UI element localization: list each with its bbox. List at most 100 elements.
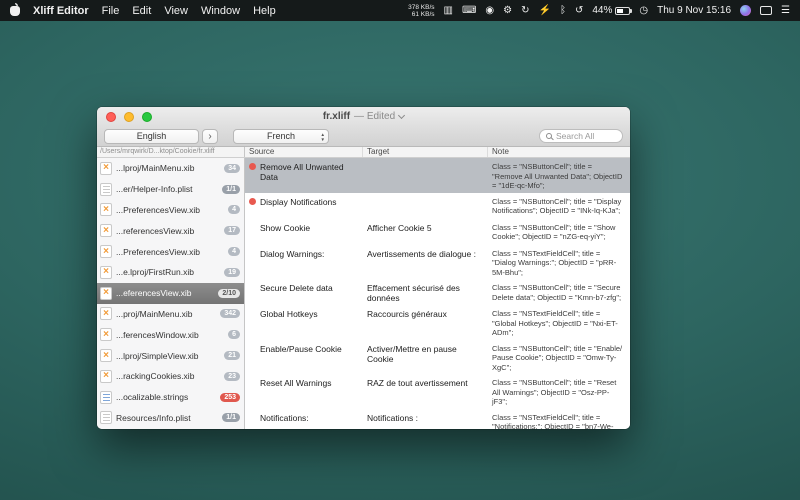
menubar-menu-item[interactable]: File bbox=[102, 5, 120, 17]
menubar-menu-item[interactable]: View bbox=[164, 5, 188, 17]
sidebar-file-item[interactable]: ...ocalizable.strings 253 bbox=[97, 387, 244, 408]
sidebar-file-item[interactable]: ...lproj/SimpleView.xib 21 bbox=[97, 345, 244, 366]
header-row: /Users/mrqwirk/D...ktop/Cookie/fr.xliff … bbox=[97, 147, 630, 158]
note-cell: Class = "NSButtonCell"; title = "Display… bbox=[488, 195, 630, 217]
translation-row[interactable]: Notifications: Notifications : Class = "… bbox=[245, 409, 630, 430]
sidebar-file-item[interactable]: ...er/Helper-Info.plist 1/1 bbox=[97, 179, 244, 200]
column-header-target[interactable]: Target bbox=[363, 147, 488, 157]
menubar-menu-item[interactable]: Edit bbox=[132, 5, 151, 17]
sidebar-file-item[interactable]: ...rackingCookies.xib 23 bbox=[97, 366, 244, 387]
translation-row[interactable]: Reset All Warnings RAZ de tout avertisse… bbox=[245, 374, 630, 409]
xib-file-icon bbox=[100, 266, 112, 279]
keyboard-icon[interactable]: ⌨ bbox=[462, 0, 476, 21]
untranslated-count-badge: 6 bbox=[228, 330, 240, 339]
untranslated-count-badge: 4 bbox=[228, 247, 240, 256]
translation-row[interactable]: Dialog Warnings: Avertissements de dialo… bbox=[245, 245, 630, 280]
sidebar-file-item[interactable]: ...referencesView.xib 17 bbox=[97, 220, 244, 241]
title-chevron-icon[interactable] bbox=[398, 111, 405, 118]
sidebar-file-item[interactable]: ...proj/MainMenu.xib 342 bbox=[97, 304, 244, 325]
target-cell[interactable] bbox=[363, 195, 488, 217]
network-throughput[interactable]: 378 KB/s 61 KB/s bbox=[408, 4, 434, 18]
plist-file-icon bbox=[100, 183, 112, 196]
display-icon[interactable] bbox=[760, 6, 772, 15]
xib-file-icon bbox=[100, 162, 112, 175]
target-cell[interactable]: Afficher Cookie 5 bbox=[363, 221, 488, 243]
translation-row[interactable]: Secure Delete data Effacement sécurisé d… bbox=[245, 279, 630, 305]
source-language-button[interactable]: English bbox=[104, 129, 199, 144]
note-cell: Class = "NSButtonCell"; title = "Secure … bbox=[488, 281, 630, 303]
menubar-menu-item[interactable]: Window bbox=[201, 5, 240, 17]
xib-file-icon bbox=[100, 245, 112, 258]
column-header-note[interactable]: Note bbox=[488, 147, 630, 157]
untranslated-count-badge: 2/10 bbox=[218, 289, 240, 298]
sidebar-file-item[interactable]: Resources/Info.plist 1/1 bbox=[97, 408, 244, 429]
target-cell[interactable]: Raccourcis généraux bbox=[363, 307, 488, 338]
sidebar-file-label: ...eferencesView.xib bbox=[116, 288, 214, 298]
network-download-speed: 61 KB/s bbox=[412, 11, 435, 18]
note-cell: Class = "NSButtonCell"; title = "Remove … bbox=[488, 160, 630, 191]
menubar-menu-item[interactable]: Help bbox=[253, 5, 276, 17]
sidebar-file-label: ...PreferencesView.xib bbox=[116, 205, 224, 215]
source-cell: Dialog Warnings: bbox=[245, 247, 363, 278]
sync-icon[interactable]: ↻ bbox=[521, 0, 529, 21]
target-cell[interactable]: Avertissements de dialogue : bbox=[363, 247, 488, 278]
sidebar-file-label: ...referencesView.xib bbox=[116, 226, 220, 236]
column-header-source[interactable]: Source bbox=[245, 147, 363, 157]
power-icon[interactable]: ⚡ bbox=[539, 0, 551, 21]
target-language-value: French bbox=[267, 131, 295, 141]
untranslated-count-badge: 342 bbox=[220, 309, 240, 318]
source-cell: Display Notifications bbox=[245, 195, 363, 217]
xib-file-icon bbox=[100, 328, 112, 341]
sidebar-file-label: ...rackingCookies.xib bbox=[116, 371, 220, 381]
target-cell[interactable] bbox=[363, 160, 488, 191]
user-icon[interactable]: ◉ bbox=[485, 0, 494, 21]
gear-icon[interactable]: ⚙ bbox=[503, 0, 512, 21]
menubar-datetime[interactable]: Thu 9 Nov 15:16 bbox=[657, 5, 731, 16]
sidebar-file-item[interactable]: ...PreferencesView.xib 4 bbox=[97, 241, 244, 262]
untranslated-count-badge: 19 bbox=[224, 268, 240, 277]
source-text: Dialog Warnings: bbox=[260, 249, 324, 259]
sidebar-file-label: ...proj/MainMenu.xib bbox=[116, 309, 216, 319]
translation-row[interactable]: Remove All Unwanted Data Class = "NSButt… bbox=[245, 158, 630, 193]
sidebar-file-item[interactable]: ...PreferencesView.xib 4 bbox=[97, 200, 244, 221]
source-cell: Secure Delete data bbox=[245, 281, 363, 303]
bluetooth-icon[interactable]: ᛒ bbox=[560, 0, 566, 21]
target-cell[interactable]: Effacement sécurisé des données bbox=[363, 281, 488, 303]
notification-center-icon[interactable]: ☰ bbox=[781, 0, 790, 21]
note-cell: Class = "NSButtonCell"; title = "Show Co… bbox=[488, 221, 630, 243]
translation-row[interactable]: Show Cookie Afficher Cookie 5 Class = "N… bbox=[245, 219, 630, 245]
search-field[interactable]: Search All bbox=[539, 129, 623, 143]
untranslated-count-badge: 17 bbox=[224, 226, 240, 235]
sidebar-file-label: Resources/Info.plist bbox=[116, 413, 218, 423]
source-text: Global Hotkeys bbox=[260, 309, 318, 319]
target-cell[interactable]: Notifications : bbox=[363, 411, 488, 430]
target-cell[interactable]: Activer/Mettre en pause Cookie bbox=[363, 342, 488, 373]
sidebar-file-label: ...ocalizable.strings bbox=[116, 392, 216, 402]
apple-menu-icon[interactable] bbox=[10, 6, 20, 16]
direction-button[interactable]: › bbox=[202, 129, 218, 144]
source-text: Enable/Pause Cookie bbox=[260, 344, 342, 354]
time-machine-icon[interactable]: ↺ bbox=[575, 0, 583, 21]
siri-icon[interactable] bbox=[740, 5, 751, 16]
sidebar-file-item[interactable]: ...eferencesView.xib 2/10 bbox=[97, 283, 244, 304]
sidebar-file-item[interactable]: ...ferencesWindow.xib 6 bbox=[97, 324, 244, 345]
menu-bar: Xliff Editor File Edit View Window Help … bbox=[0, 0, 800, 21]
sidebar-file-item[interactable]: ...lproj/MainMenu.xib 34 bbox=[97, 158, 244, 179]
target-cell[interactable]: RAZ de tout avertissement bbox=[363, 376, 488, 407]
file-sidebar: ...lproj/MainMenu.xib 34 ...er/Helper-In… bbox=[97, 158, 245, 429]
column-headers: Source Target Note bbox=[245, 147, 630, 157]
title-bar[interactable]: fr.xliff — Edited bbox=[97, 107, 630, 126]
translation-row[interactable]: Enable/Pause Cookie Activer/Mettre en pa… bbox=[245, 340, 630, 375]
menubar-app-name[interactable]: Xliff Editor bbox=[33, 5, 89, 17]
translation-row[interactable]: Display Notifications Class = "NSButtonC… bbox=[245, 193, 630, 219]
target-language-popup[interactable]: French ▲▼ bbox=[233, 129, 329, 144]
sidebar-file-item[interactable]: ...e.lproj/FirstRun.xib 19 bbox=[97, 262, 244, 283]
untranslated-count-badge: 4 bbox=[228, 205, 240, 214]
note-cell: Class = "NSTextFieldCell"; title = "Noti… bbox=[488, 411, 630, 430]
source-cell: Global Hotkeys bbox=[245, 307, 363, 338]
sidebar-file-label: ...ferencesWindow.xib bbox=[116, 330, 224, 340]
battery-indicator[interactable]: 44% bbox=[592, 5, 630, 16]
levels-icon[interactable]: ▥ bbox=[444, 0, 453, 21]
translation-row[interactable]: Global Hotkeys Raccourcis généraux Class… bbox=[245, 305, 630, 340]
source-text: Notifications: bbox=[260, 413, 309, 423]
